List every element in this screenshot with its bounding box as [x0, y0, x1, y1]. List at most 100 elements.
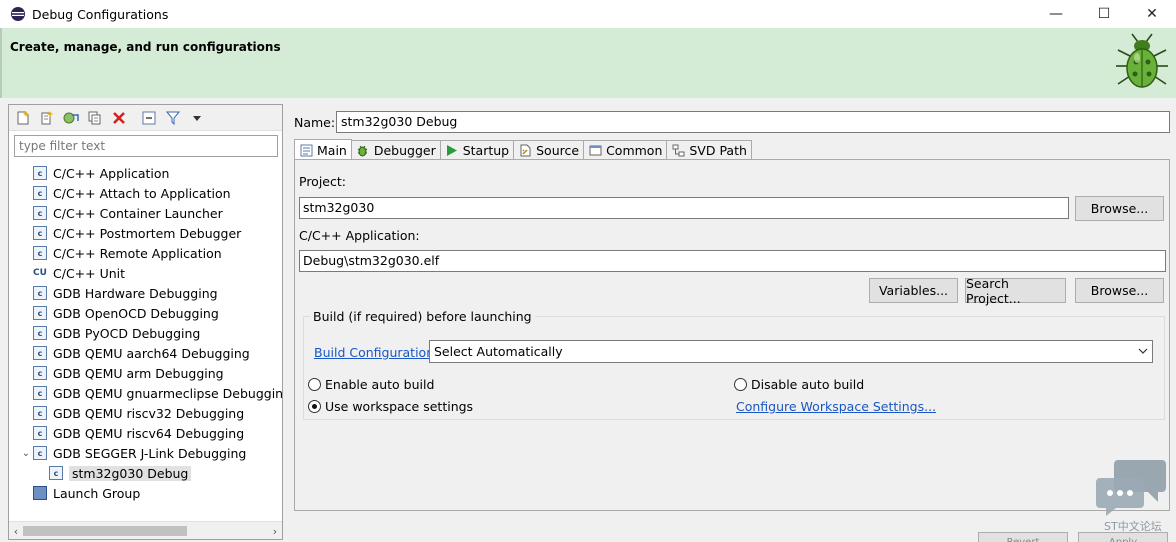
radio-selected-icon [308, 400, 321, 413]
tree-item-label: C/C++ Application [53, 165, 170, 181]
tab-label: Startup [462, 143, 510, 158]
build-configuration-select[interactable]: Select Automatically [429, 340, 1153, 363]
c-config-icon: c [33, 226, 47, 240]
c-config-icon: c [33, 166, 47, 180]
c-config-icon: c [33, 326, 47, 340]
tree-item[interactable]: c GDB PyOCD Debugging [9, 323, 282, 343]
tree-item[interactable]: c C/C++ Container Launcher [9, 203, 282, 223]
name-input[interactable]: stm32g030 Debug [336, 111, 1170, 133]
c-config-icon: c [33, 366, 47, 380]
revert-button[interactable]: Revert [978, 532, 1068, 542]
launch-group-icon [33, 486, 47, 500]
tree-item[interactable]: c C/C++ Application [9, 163, 282, 183]
c-config-icon: c [33, 246, 47, 260]
disable-auto-build-radio[interactable]: Disable auto build [734, 377, 864, 392]
c-config-icon: c [33, 186, 47, 200]
common-icon [589, 145, 602, 156]
close-button[interactable]: ✕ [1128, 0, 1176, 28]
maximize-button[interactable]: ☐ [1080, 0, 1128, 28]
tab-source[interactable]: Source [513, 140, 585, 160]
view-menu-button[interactable] [187, 108, 207, 128]
duplicate-config-button[interactable] [85, 108, 105, 128]
tree-item-label: GDB Hardware Debugging [53, 285, 218, 301]
tree-item-label: GDB OpenOCD Debugging [53, 305, 219, 321]
tree-item[interactable]: c GDB QEMU arm Debugging [9, 363, 282, 383]
tab-common[interactable]: Common [583, 140, 668, 160]
tree-item-label: stm32g030 Debug [69, 465, 192, 481]
configure-workspace-settings-link[interactable]: Configure Workspace Settings... [736, 399, 936, 414]
build-configuration-link[interactable]: Build Configuration: [314, 345, 438, 360]
tree-item-label: GDB QEMU arm Debugging [53, 365, 224, 381]
minimize-button[interactable]: — [1032, 0, 1080, 28]
tree-item[interactable]: c GDB QEMU riscv32 Debugging [9, 403, 282, 423]
scroll-right-icon[interactable]: › [268, 522, 282, 540]
tree-item[interactable]: Launch Group [9, 483, 282, 503]
title-bar: Debug Configurations — ☐ ✕ [0, 0, 1176, 28]
duplicate-icon [88, 111, 101, 124]
variables-button[interactable]: Variables... [869, 278, 958, 303]
new-file-icon [17, 110, 29, 124]
project-input[interactable]: stm32g030 [299, 197, 1069, 219]
filter-icon [166, 111, 180, 125]
tree-item[interactable]: c stm32g030 Debug [9, 463, 282, 483]
tree-item[interactable]: c GDB QEMU gnuarmeclipse Debugging [9, 383, 282, 403]
tab-label: Main [317, 142, 347, 158]
tree-item-label: GDB PyOCD Debugging [53, 325, 201, 341]
tree-item[interactable]: c GDB OpenOCD Debugging [9, 303, 282, 323]
collapse-all-button[interactable] [139, 108, 159, 128]
search-project-button[interactable]: Search Project... [965, 276, 1066, 306]
tree-item[interactable]: c C/C++ Attach to Application [9, 183, 282, 203]
new-prototype-button[interactable] [37, 108, 57, 128]
banner-heading: Create, manage, and run configurations [10, 40, 281, 54]
expand-chevron-icon[interactable]: ⌄ [19, 448, 33, 459]
tab-label: Debugger [373, 143, 436, 158]
filter-button[interactable] [163, 108, 183, 128]
tab-svd-path[interactable]: SVD Path [666, 140, 752, 160]
tab-main[interactable]: Main [294, 139, 352, 160]
filter-input[interactable]: type filter text [14, 135, 278, 157]
tree-item-label: GDB QEMU riscv32 Debugging [53, 405, 245, 421]
config-tabs: Main Debugger Startup Source Common SVD … [294, 139, 752, 160]
delete-config-button[interactable] [109, 108, 129, 128]
scroll-left-icon[interactable]: ‹ [9, 522, 23, 540]
build-configuration-value: Select Automatically [434, 344, 563, 359]
browse-application-button[interactable]: Browse... [1075, 278, 1164, 303]
c-config-icon: c [33, 346, 47, 360]
horizontal-scrollbar[interactable]: ‹ › [9, 521, 282, 539]
tree-item[interactable]: c GDB QEMU riscv64 Debugging [9, 423, 282, 443]
build-group-title: Build (if required) before launching [310, 309, 535, 324]
watermark-text: ST中文论坛 [1104, 520, 1162, 533]
tab-debugger[interactable]: Debugger [350, 140, 441, 160]
tree-item[interactable]: c GDB QEMU aarch64 Debugging [9, 343, 282, 363]
c-config-icon: c [33, 206, 47, 220]
browse-project-button[interactable]: Browse... [1075, 196, 1164, 221]
main-tab-content: Project: stm32g030 Browse... C/C++ Appli… [294, 159, 1170, 511]
tree-item-label: C/C++ Remote Application [53, 245, 222, 261]
enable-auto-build-radio[interactable]: Enable auto build [308, 377, 434, 392]
c-config-icon: c [33, 426, 47, 440]
c-config-icon: c [33, 286, 47, 300]
tree-item-label: Launch Group [53, 485, 141, 501]
tree-item[interactable]: c C/C++ Remote Application [9, 243, 282, 263]
tree-item[interactable]: CU C/C++ Unit [9, 263, 282, 283]
configuration-tree: c C/C++ Application c C/C++ Attach to Appli… [9, 163, 282, 523]
application-input[interactable]: Debug\stm32g030.elf [299, 250, 1166, 272]
new-config-button[interactable] [13, 108, 33, 128]
export-config-button[interactable] [61, 108, 81, 128]
eclipse-icon [11, 7, 25, 21]
dropdown-arrow-icon [193, 115, 201, 121]
tree-item[interactable]: ⌄ c GDB SEGGER J-Link Debugging [9, 443, 282, 463]
tree-item-label: GDB SEGGER J-Link Debugging [53, 445, 247, 461]
project-label: Project: [299, 174, 346, 189]
tab-startup[interactable]: Startup [439, 140, 515, 160]
scrollbar-thumb[interactable] [23, 526, 187, 536]
c-config-icon: c [33, 406, 47, 420]
radio-label: Enable auto build [325, 377, 435, 392]
tree-item[interactable]: c GDB Hardware Debugging [9, 283, 282, 303]
tree-item[interactable]: c C/C++ Postmortem Debugger [9, 223, 282, 243]
c-config-icon: c [49, 466, 63, 480]
main-tab-icon [300, 144, 312, 156]
config-toolbar [9, 105, 282, 131]
tree-item-label: C/C++ Unit [53, 265, 126, 281]
use-workspace-settings-radio[interactable]: Use workspace settings [308, 399, 473, 414]
